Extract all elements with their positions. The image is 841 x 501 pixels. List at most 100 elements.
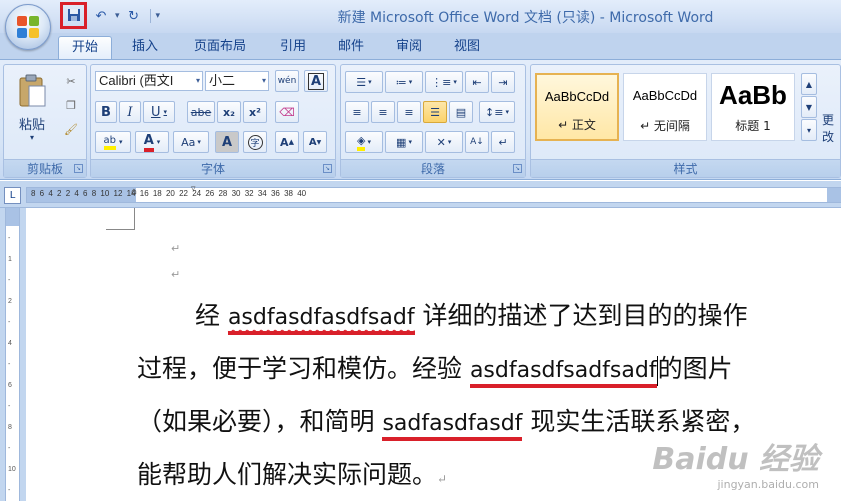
style-heading-1[interactable]: AaBb 标题 1 [711, 73, 795, 141]
borders-button[interactable]: ▦ ▾ [385, 131, 423, 153]
font-size-value: 小二 [209, 73, 236, 88]
enclose-char-button[interactable]: 字 [243, 131, 267, 153]
style-no-spacing[interactable]: AaBbCcDd ↵ 无间隔 [623, 73, 707, 141]
document-page[interactable]: ↵ ↵ 经 asdfasdfasdfsadf 详细的描述了达到目的的操作 过程，… [26, 208, 841, 501]
text-run: 现实生活联系紧密， [522, 407, 756, 436]
font-launcher-icon[interactable]: ↘ [323, 164, 332, 173]
grow-font-button[interactable]: A ▲ [275, 131, 299, 153]
tab-page-layout[interactable]: 页面布局 [182, 36, 258, 59]
clipboard-launcher-icon[interactable]: ↘ [74, 164, 83, 173]
italic-button[interactable]: I [119, 101, 141, 123]
underline-button[interactable]: U ▾ [143, 101, 175, 123]
style-normal-sample: AaBbCcDd [544, 89, 610, 104]
copy-button[interactable]: ❐ [60, 95, 82, 115]
chinese-layout-button[interactable]: ✕ ▾ [425, 131, 463, 153]
strikethrough-button[interactable]: abe [187, 101, 215, 123]
ribbon: 粘贴 ▾ ✂ ❐ 🖌 剪贴板 ↘ Calibri (西文I ▾ 小二 ▾ wén A… [0, 59, 841, 180]
superscript-icon: x² [249, 105, 261, 119]
clear-format-button[interactable]: ⌫ [275, 101, 299, 123]
underlined-text: asdfasdfasdfsadf [227, 305, 415, 335]
borders-icon: ▦ [396, 135, 407, 149]
office-button[interactable] [5, 4, 51, 50]
justify-button[interactable]: ☰ [423, 101, 447, 123]
strikethrough-icon: abe [190, 105, 212, 119]
paste-button[interactable]: 粘贴 ▾ [9, 69, 55, 147]
shrink-font-icon: A [308, 136, 317, 148]
decrease-indent-icon: ⇤ [472, 75, 482, 89]
tab-insert[interactable]: 插入 [120, 36, 170, 59]
char-shading-button[interactable]: A [215, 131, 239, 153]
italic-icon: I [127, 104, 133, 120]
paragraph-mark: ↵ [171, 268, 181, 281]
vertical-ruler-strip: -1-2-4-6-8-10-12 [5, 208, 20, 501]
shrink-font-button[interactable]: A ▼ [303, 131, 327, 153]
align-right-button[interactable]: ≡ [397, 101, 421, 123]
superscript-button[interactable]: x² [243, 101, 267, 123]
font-name-combo[interactable]: Calibri (西文I ▾ [95, 71, 203, 91]
format-painter-button[interactable]: 🖌 [60, 119, 82, 139]
margin-crop-mark [106, 208, 135, 230]
numbering-button[interactable]: ≔ ▾ [385, 71, 423, 93]
highlight-button[interactable]: ab ▾ [95, 131, 131, 153]
text-run: 详细的描述了达到目的的操作 [414, 301, 748, 330]
baidu-watermark: Baidu 经验 jingyan.baidu.com [652, 434, 819, 491]
phonetic-guide-button[interactable]: wén [275, 70, 299, 92]
char-border-button[interactable]: A [304, 70, 328, 92]
multilevel-list-button[interactable]: ⋮≡ ▾ [425, 71, 463, 93]
sort-button[interactable]: A↓ [465, 131, 489, 153]
underlined-text: asdfasdfsadfsadf [469, 358, 657, 388]
tab-mailings[interactable]: 邮件 [328, 36, 374, 59]
vertical-ruler[interactable]: -1-2-4-6-8-10-12 [0, 208, 26, 501]
text-run: 能帮助人们解决实际问题。 [137, 460, 438, 489]
paragraph-group-label: 段落 [341, 159, 525, 177]
font-color-button[interactable]: A ▾ [135, 131, 169, 153]
text-line: 经 asdfasdfasdfsadf 详细的描述了达到目的的操作 [137, 294, 837, 347]
style-heading-1-name: 标题 1 [735, 119, 771, 133]
bullets-button[interactable]: ☰ ▾ [345, 71, 383, 93]
tab-home[interactable]: 开始 [58, 36, 112, 59]
align-left-button[interactable]: ≡ [345, 101, 369, 123]
font-size-dropdown-icon: ▾ [261, 76, 266, 85]
font-size-combo[interactable]: 小二 ▾ [205, 71, 269, 91]
style-normal-name: ↵ 正文 [558, 118, 596, 132]
style-normal[interactable]: AaBbCcDd ↵ 正文 [535, 73, 619, 141]
line-spacing-icon: ↕≡ [485, 105, 504, 119]
copy-icon: ❐ [66, 98, 76, 112]
ruler-bar: L ⌂ ▿ 8 6 4 2 2 4 6 8 10 12 14 16 18 20 … [0, 181, 841, 208]
distributed-button[interactable]: ▤ [449, 101, 473, 123]
increase-indent-button[interactable]: ⇥ [491, 71, 515, 93]
cut-button[interactable]: ✂ [60, 71, 82, 91]
bold-icon: B [101, 104, 111, 120]
vertical-ruler-ticks: -1-2-4-6-8-10-12 [8, 235, 16, 494]
change-styles-label[interactable]: 更改 [822, 111, 840, 145]
highlighter-icon: ab [103, 135, 116, 150]
styles-more-button[interactable]: ▾ [801, 119, 817, 141]
subscript-button[interactable]: x₂ [217, 101, 241, 123]
horizontal-ruler[interactable]: ⌂ ▿ 8 6 4 2 2 4 6 8 10 12 14 16 18 20 22… [26, 184, 841, 203]
align-center-button[interactable]: ≡ [371, 101, 395, 123]
change-case-button[interactable]: Aa ▾ [173, 131, 209, 153]
paste-dropdown-icon: ▾ [29, 133, 34, 142]
line-spacing-button[interactable]: ↕≡ ▾ [479, 101, 515, 123]
paragraph-mark: ↵ [171, 242, 181, 255]
tab-view[interactable]: 视图 [444, 36, 490, 59]
styles-scroll-up-button[interactable]: ▲ [801, 73, 817, 95]
tab-selector[interactable]: L [4, 187, 21, 204]
font-name-value: Calibri (西文I [99, 73, 174, 88]
styles-scroll-down-button[interactable]: ▼ [801, 96, 817, 118]
paint-bucket-icon: ◈ [357, 134, 366, 151]
paragraph-launcher-icon[interactable]: ↘ [513, 164, 522, 173]
ruler-right-margin [827, 188, 841, 202]
ribbon-tabs: 开始 插入 页面布局 引用 邮件 审阅 视图 [0, 33, 841, 59]
more-icon: ▾ [806, 125, 811, 135]
bold-button[interactable]: B [95, 101, 117, 123]
tab-references[interactable]: 引用 [270, 36, 316, 59]
shading-button[interactable]: ◈ ▾ [345, 131, 383, 153]
enclose-char-icon: 字 [247, 134, 263, 150]
eraser-icon: ⌫ [279, 105, 295, 119]
style-no-spacing-name: ↵ 无间隔 [640, 119, 690, 133]
decrease-indent-button[interactable]: ⇤ [465, 71, 489, 93]
show-marks-button[interactable]: ↵ [491, 131, 515, 153]
align-right-icon: ≡ [404, 105, 414, 119]
tab-review[interactable]: 审阅 [386, 36, 432, 59]
